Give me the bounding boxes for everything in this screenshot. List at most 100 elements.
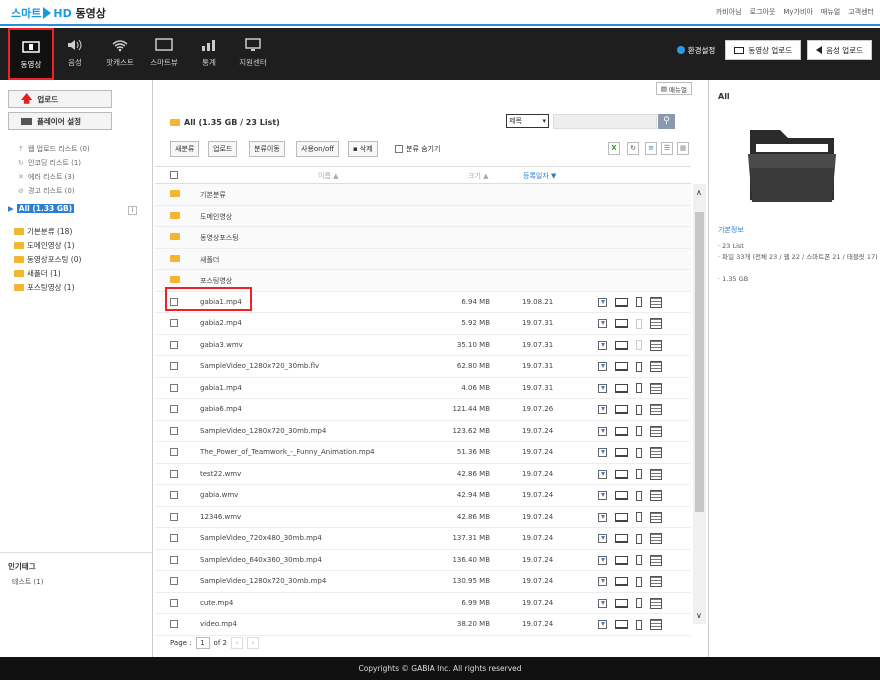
embed-icon[interactable] bbox=[650, 511, 662, 523]
monitor-icon[interactable] bbox=[615, 620, 628, 629]
table-row[interactable]: SampleVideo_1280x720_30mb.mp4 123.62 MB 19… bbox=[155, 421, 691, 442]
download-icon[interactable] bbox=[598, 469, 607, 479]
embed-icon[interactable] bbox=[650, 490, 662, 501]
phone-icon[interactable] bbox=[636, 447, 642, 458]
scroll-down-icon[interactable]: ∨ bbox=[696, 611, 702, 620]
download-icon[interactable] bbox=[598, 534, 607, 543]
file-name[interactable]: test22.wmv bbox=[200, 470, 241, 478]
phone-icon[interactable] bbox=[636, 598, 642, 608]
nav-podcast[interactable]: 팟캐스트 bbox=[97, 28, 143, 80]
monitor-icon[interactable] bbox=[615, 405, 628, 414]
row-checkbox[interactable] bbox=[170, 383, 178, 392]
move-category-button[interactable]: 분류이동 bbox=[249, 141, 285, 157]
logo[interactable]: 스마트 HD 동영상 bbox=[11, 5, 106, 21]
nav-video[interactable]: 동영상 bbox=[8, 28, 54, 80]
info-icon[interactable]: i bbox=[128, 206, 137, 215]
row-checkbox[interactable] bbox=[170, 405, 178, 413]
download-icon[interactable] bbox=[598, 512, 607, 522]
page-input[interactable]: 1 bbox=[195, 637, 210, 649]
file-name[interactable]: gabia2.mp4 bbox=[200, 319, 242, 327]
search-icon[interactable]: ⚲ bbox=[658, 114, 675, 129]
toggle-use-button[interactable]: 사용on/off bbox=[296, 141, 340, 157]
prev-page-button[interactable]: ‹ bbox=[230, 637, 243, 649]
monitor-icon[interactable] bbox=[615, 598, 628, 608]
phone-icon[interactable] bbox=[636, 533, 642, 544]
table-row[interactable]: gabia6.mp4 121.44 MB 19.07.26 bbox=[155, 399, 691, 421]
table-row[interactable]: 12346.wmv 42.86 MB 19.07.24 bbox=[155, 507, 691, 528]
phone-icon[interactable] bbox=[636, 469, 642, 479]
monitor-icon[interactable] bbox=[615, 340, 628, 350]
row-checkbox[interactable] bbox=[170, 319, 178, 327]
monitor-icon[interactable] bbox=[615, 534, 628, 543]
folder-row[interactable]: 새폴더 bbox=[155, 248, 691, 270]
manual-link[interactable]: 매뉴얼 bbox=[821, 7, 840, 17]
phone-icon[interactable] bbox=[636, 555, 642, 565]
upload-button[interactable]: 🡅 업로드 bbox=[8, 90, 112, 108]
grid-view-icon[interactable]: ▦ bbox=[677, 142, 689, 155]
table-row[interactable]: gabia1.mp4 4.06 MB 19.07.31 bbox=[155, 378, 691, 399]
embed-icon[interactable] bbox=[650, 619, 662, 630]
file-name[interactable]: gabia.wmv bbox=[200, 491, 238, 499]
monitor-icon[interactable] bbox=[615, 426, 628, 436]
embed-icon[interactable] bbox=[650, 576, 662, 587]
embed-icon[interactable] bbox=[650, 425, 662, 437]
monitor-icon[interactable] bbox=[615, 297, 628, 307]
file-name[interactable]: gabia1.mp4 bbox=[200, 384, 242, 392]
phone-icon[interactable] bbox=[636, 512, 642, 522]
encoding-list[interactable]: ↻ 인코딩 리스트 (1) bbox=[18, 158, 81, 168]
monitor-icon[interactable] bbox=[615, 319, 628, 328]
embed-icon[interactable] bbox=[650, 554, 662, 566]
file-name[interactable]: SampleVideo_720x480_30mb.mp4 bbox=[200, 534, 322, 542]
row-checkbox[interactable] bbox=[170, 448, 178, 456]
monitor-icon[interactable] bbox=[615, 491, 628, 500]
nav-audio[interactable]: 음성 bbox=[52, 28, 98, 80]
search-input[interactable] bbox=[553, 114, 657, 129]
error-list[interactable]: ✕ 에러 리스트 (3) bbox=[18, 172, 75, 182]
mygabia-link[interactable]: My가비아 bbox=[783, 7, 813, 17]
download-icon[interactable] bbox=[598, 405, 607, 414]
download-icon[interactable] bbox=[598, 340, 607, 350]
list-view-icon[interactable]: ≡ bbox=[645, 142, 657, 155]
file-name[interactable]: video.mp4 bbox=[200, 620, 237, 628]
phone-icon[interactable] bbox=[636, 297, 642, 307]
folder-row[interactable]: 기본분류 bbox=[155, 184, 691, 206]
tag-item[interactable]: 테스트 (1) bbox=[8, 577, 145, 587]
row-checkbox[interactable] bbox=[170, 534, 178, 542]
phone-icon[interactable] bbox=[636, 340, 642, 350]
row-checkbox[interactable] bbox=[170, 555, 178, 564]
file-name[interactable]: SampleVideo_1280x720_30mb.mp4 bbox=[200, 577, 326, 585]
table-row[interactable]: cute.mp4 6.99 MB 19.07.24 bbox=[155, 593, 691, 614]
next-page-button[interactable]: › bbox=[246, 637, 259, 649]
embed-icon[interactable] bbox=[650, 404, 662, 415]
table-row[interactable]: SampleVideo_640x360_30mb.mp4 136.40 MB 19.… bbox=[155, 550, 691, 571]
table-row[interactable]: SampleVideo_720x480_30mb.mp4 137.31 MB 19.… bbox=[155, 528, 691, 550]
col-date[interactable]: 등록일자 ▼ bbox=[523, 171, 556, 181]
web-upload-list[interactable]: ↑ 웹 업로드 리스트 (0) bbox=[18, 144, 90, 154]
embed-icon[interactable] bbox=[650, 318, 662, 329]
phone-icon[interactable] bbox=[636, 318, 642, 329]
scroll-thumb[interactable] bbox=[695, 212, 704, 512]
nav-smartview[interactable]: 스마트뷰 bbox=[141, 28, 187, 80]
row-checkbox[interactable] bbox=[170, 577, 178, 585]
row-checkbox[interactable] bbox=[170, 362, 178, 370]
row-checkbox[interactable] bbox=[170, 469, 178, 478]
scrollbar[interactable]: ∧ ∨ bbox=[693, 184, 706, 624]
phone-icon[interactable] bbox=[636, 490, 642, 501]
nav-support[interactable]: 지원센터 bbox=[230, 28, 276, 80]
phone-icon[interactable] bbox=[636, 619, 642, 630]
embed-icon[interactable] bbox=[650, 468, 662, 480]
row-checkbox[interactable] bbox=[170, 426, 178, 435]
file-name[interactable]: SampleVideo_1280x720_30mb.flv bbox=[200, 362, 319, 370]
upload-audio-button[interactable]: 음성 업로드 bbox=[807, 40, 872, 60]
file-name[interactable]: cute.mp4 bbox=[200, 599, 233, 607]
download-icon[interactable] bbox=[598, 555, 607, 565]
support-link[interactable]: 고객센터 bbox=[848, 7, 874, 17]
phone-icon[interactable] bbox=[636, 426, 642, 436]
phone-icon[interactable] bbox=[636, 576, 642, 587]
download-icon[interactable] bbox=[598, 598, 607, 608]
phone-icon[interactable] bbox=[636, 404, 642, 415]
delete-button[interactable]: ▪ 삭제 bbox=[348, 141, 378, 157]
nav-stats[interactable]: 통계 bbox=[186, 28, 232, 80]
download-icon[interactable] bbox=[598, 319, 607, 328]
download-icon[interactable] bbox=[598, 297, 607, 307]
